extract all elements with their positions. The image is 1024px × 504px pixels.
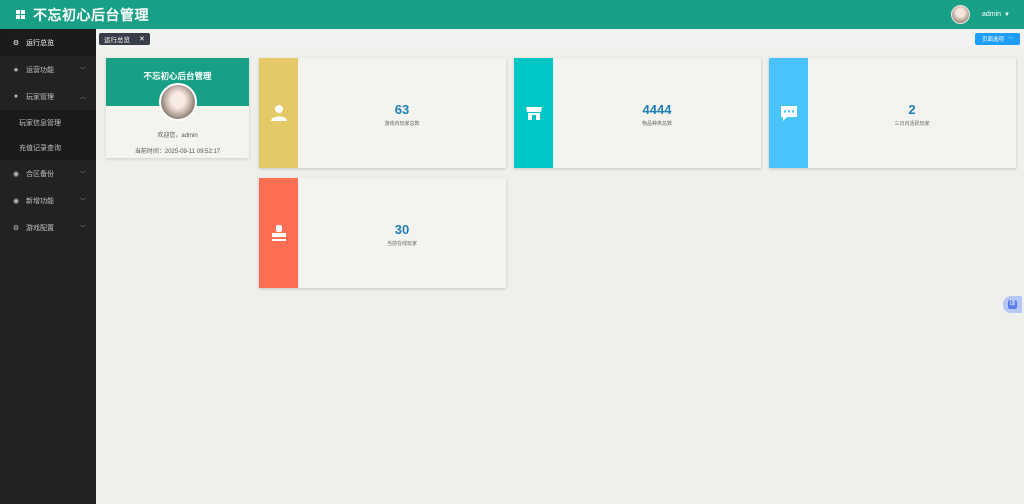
avatar[interactable] <box>950 5 970 24</box>
stat-label: 游戏内玩家总数 <box>384 121 420 127</box>
sidebar-subitem-recharge[interactable]: 充值记录查询 <box>0 135 96 160</box>
sidebar-item-game-config[interactable]: ⚙ 游戏配置 ﹀ <box>0 214 96 241</box>
chevron-down-icon: ﹀ <box>79 172 86 178</box>
grid-menu-icon[interactable] <box>16 10 25 19</box>
chevron-up-icon: ︿ <box>79 95 86 101</box>
stat-value: 2 <box>908 102 916 117</box>
gear-icon: ⚙ <box>12 224 20 232</box>
stat-value: 4444 <box>642 102 672 117</box>
store-icon <box>525 107 542 120</box>
profile-title: 不忘初心后台管理 <box>143 71 212 81</box>
chevron-down-icon: ﹀ <box>79 226 86 232</box>
user-icon <box>270 105 287 121</box>
stat-card-side <box>769 58 808 168</box>
stat-card-online-players: 30 当前在线玩家 <box>259 178 506 288</box>
app-title: 不忘初心后台管理 <box>33 6 149 23</box>
sidebar-item-label: 玩家管理 <box>26 93 54 101</box>
user-menu[interactable]: admin ▼ <box>950 0 1010 29</box>
eye-icon: ◉ <box>12 197 20 205</box>
stat-label: 物品种类总数 <box>641 121 672 127</box>
avatar <box>159 83 197 121</box>
current-time: 当前时间：2025-09-11 09:52:17 <box>134 149 221 155</box>
sidebar: ⚙ 运行总览 ★ 运营功能 ﹀ ● 玩家管理 ︿ 玩家信息管理 充值记录查询 ◉… <box>0 29 96 504</box>
stat-card-side <box>259 178 298 288</box>
sidebar-subitem-player-info[interactable]: 玩家信息管理 <box>0 110 96 135</box>
sidebar-item-label: 运行总览 <box>26 39 54 47</box>
translate-button[interactable]: 译 <box>1003 296 1022 313</box>
tab-label: 运行总览 <box>104 37 130 44</box>
sidebar-item-label: 游戏配置 <box>26 224 54 232</box>
chevron-down-icon: ﹀ <box>1008 36 1014 43</box>
tabs-bar: 运行总览 ✕ 页面选项 ﹀ <box>96 29 1024 49</box>
sidebar-item-operations[interactable]: ★ 运营功能 ﹀ <box>0 56 96 83</box>
welcome-text: 欢迎您，admin <box>157 133 198 139</box>
stat-card-active-players: 2 三日内活跃玩家 <box>769 58 1016 168</box>
chevron-down-icon: ﹀ <box>79 199 86 205</box>
stat-card-total-players: 63 游戏内玩家总数 <box>259 58 506 168</box>
stat-card-item-types: 4444 物品种类总数 <box>514 58 761 168</box>
sidebar-item-new-features[interactable]: ◉ 新增功能 ﹀ <box>0 187 96 214</box>
stat-value: 30 <box>394 222 410 237</box>
stat-value: 63 <box>394 102 410 117</box>
profile-card: 不忘初心后台管理 欢迎您，admin 当前时间：2025-09-11 09:52… <box>106 58 249 158</box>
page-options-label: 页面选项 <box>981 37 1004 43</box>
gear-icon: ⚙ <box>12 39 20 47</box>
stat-card-side <box>514 58 553 168</box>
caret-down-icon[interactable]: ▼ <box>1004 12 1010 18</box>
stat-label: 当前在线玩家 <box>386 241 417 247</box>
translate-icon: 译 <box>1008 300 1017 309</box>
stamp-icon <box>271 225 286 241</box>
top-header: 不忘初心后台管理 admin ▼ <box>0 0 1024 29</box>
stat-card-side <box>259 58 298 168</box>
tab-overview[interactable]: 运行总览 ✕ <box>99 33 150 45</box>
stat-label: 三日内活跃玩家 <box>894 121 930 127</box>
sidebar-item-players[interactable]: ● 玩家管理 ︿ <box>0 83 96 110</box>
chevron-down-icon: ﹀ <box>79 68 86 74</box>
close-icon[interactable]: ✕ <box>139 35 145 43</box>
chat-icon <box>780 106 797 121</box>
user-icon: ● <box>13 93 19 100</box>
eye-icon: ◉ <box>12 170 20 178</box>
sidebar-item-overview[interactable]: ⚙ 运行总览 <box>0 29 96 56</box>
star-icon: ★ <box>12 66 20 74</box>
sidebar-item-label: 运营功能 <box>26 66 54 74</box>
user-name[interactable]: admin <box>982 11 1001 18</box>
sidebar-item-label: 合区备份 <box>26 170 54 178</box>
page-options-button[interactable]: 页面选项 ﹀ <box>975 33 1020 45</box>
sidebar-item-merge-backup[interactable]: ◉ 合区备份 ﹀ <box>0 160 96 187</box>
sidebar-item-label: 新增功能 <box>26 197 54 205</box>
